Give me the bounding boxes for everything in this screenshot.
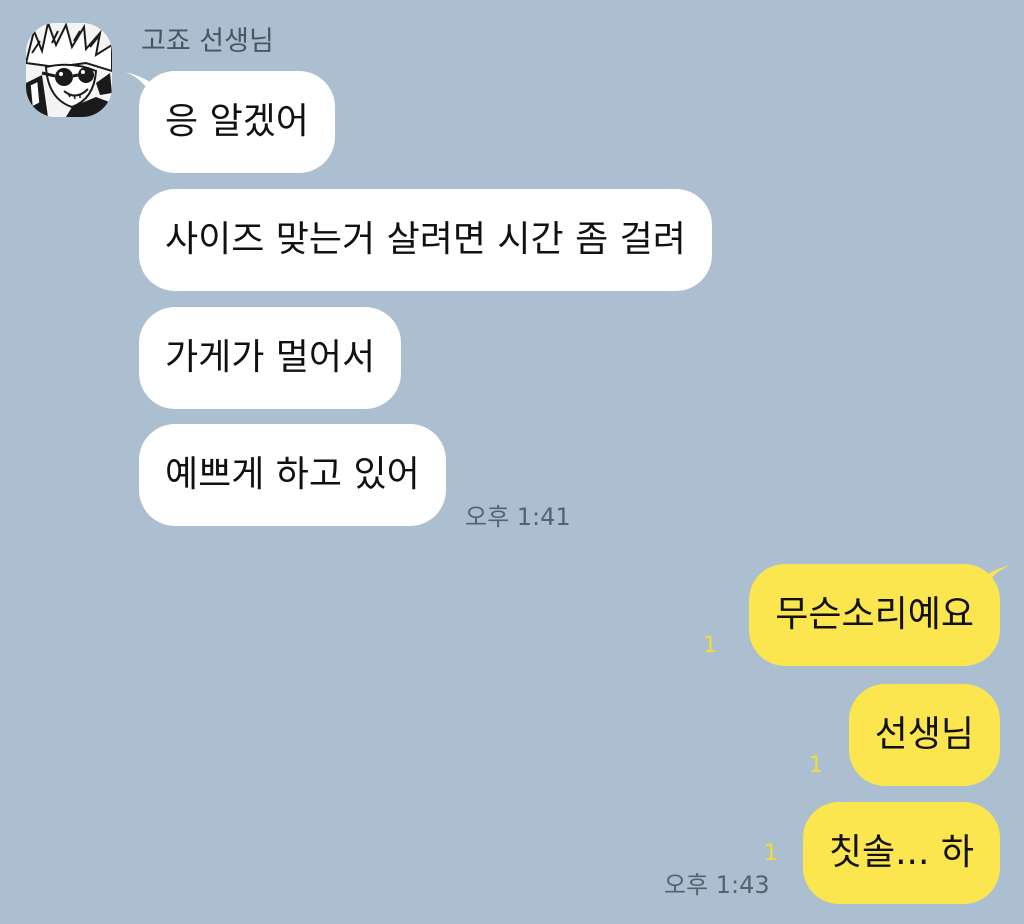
outgoing-message-bubble[interactable]: 선생님 [848, 684, 1000, 786]
incoming-message-bubble[interactable]: 응 알겠어 [139, 71, 335, 173]
incoming-message-bubble[interactable]: 예쁘게 하고 있어 [139, 424, 446, 526]
sender-avatar[interactable] [26, 23, 112, 117]
unread-count: 1 [809, 753, 823, 778]
manga-character-icon [26, 23, 112, 117]
outgoing-message-bubble[interactable]: 무슨소리예요 [749, 564, 1000, 666]
unread-count: 1 [703, 633, 717, 658]
outgoing-message-bubble[interactable]: 칫솔... 하 [802, 802, 1000, 904]
incoming-message-bubble[interactable]: 사이즈 맞는거 살려면 시간 좀 걸려 [139, 189, 712, 291]
unread-count: 1 [764, 841, 778, 866]
message-timestamp: 오후 1:41 [465, 503, 571, 531]
sender-name[interactable]: 고죠 선생님 [141, 24, 274, 60]
message-timestamp: 오후 1:43 [664, 871, 770, 899]
incoming-message-bubble[interactable]: 가게가 멀어서 [139, 307, 402, 409]
